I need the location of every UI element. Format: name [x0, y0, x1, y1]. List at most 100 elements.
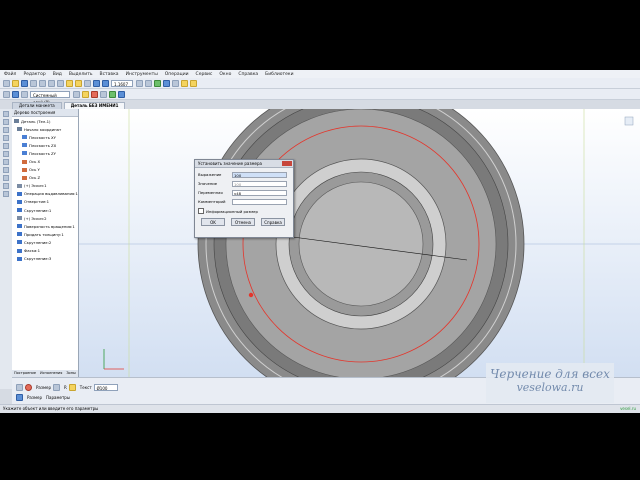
copy-icon[interactable]: [48, 79, 55, 87]
tree-tab-build[interactable]: Построение: [12, 370, 38, 377]
tree-node[interactable]: Фаска:1: [12, 247, 78, 255]
kompas-window: Файл Редактор Вид Выделить Вставка Инструмент…: [0, 70, 640, 413]
new-icon[interactable]: [3, 79, 10, 87]
zoom-out-icon[interactable]: [102, 79, 109, 87]
expression-input[interactable]: 100: [232, 171, 287, 178]
perspective-icon[interactable]: [181, 79, 188, 87]
ortho-icon[interactable]: [91, 90, 98, 98]
help-icon[interactable]: [16, 393, 23, 401]
viewport-orientation-icon[interactable]: [624, 116, 634, 126]
layers-icon[interactable]: [73, 90, 80, 98]
tree-node-label: Деталь (Тел-1): [21, 118, 51, 124]
sketch-icon[interactable]: [118, 90, 125, 98]
save-icon[interactable]: [21, 79, 28, 87]
parametrize-tool-icon[interactable]: [3, 143, 9, 149]
menu-item[interactable]: Сервис: [196, 72, 213, 77]
menu-item[interactable]: Вставка: [99, 72, 118, 77]
selected-point[interactable]: [248, 292, 254, 298]
tree-node[interactable]: Начало координат: [12, 125, 78, 133]
tree-node[interactable]: Скругление:3: [12, 255, 78, 263]
shaded-icon[interactable]: [163, 79, 170, 87]
state-icon[interactable]: [3, 90, 10, 98]
grid-icon[interactable]: [21, 90, 28, 98]
cut-icon[interactable]: [39, 79, 46, 87]
menu-item[interactable]: Редактор: [23, 72, 45, 77]
model-tree-title: Дерево построения: [12, 109, 78, 117]
report-tool-icon[interactable]: [3, 175, 9, 181]
section-icon[interactable]: [190, 79, 197, 87]
tree-node-label: (+) Эскиз:2: [24, 215, 47, 221]
pin-icon[interactable]: [16, 383, 23, 391]
tree-node-icon: [17, 127, 22, 132]
tree-node[interactable]: Скругление:2: [12, 238, 78, 246]
menu-item[interactable]: Окно: [219, 72, 231, 77]
menu-item[interactable]: Вид: [53, 72, 62, 77]
cancel-button[interactable]: Отмена: [231, 218, 255, 226]
help-button[interactable]: Справка: [261, 218, 285, 226]
undo-icon[interactable]: [66, 79, 73, 87]
ok-button[interactable]: OK: [201, 218, 225, 226]
scale-select[interactable]: 1.1607: [111, 79, 133, 87]
local-cs-icon[interactable]: [100, 90, 107, 98]
tree-node[interactable]: Деталь (Тел-1): [12, 117, 78, 125]
field-label-comment: Комментарий: [198, 199, 226, 204]
tree-node-icon: [17, 191, 22, 196]
dimension-text-input[interactable]: Ø100: [93, 383, 118, 391]
tree-node[interactable]: Плоскость ZX: [12, 141, 78, 149]
menu-item[interactable]: Выделить: [69, 72, 93, 77]
tree-node[interactable]: Плоскость XY: [12, 133, 78, 141]
tree-node[interactable]: Ось X: [12, 157, 78, 165]
zoom-in-icon[interactable]: [93, 79, 100, 87]
menu-item[interactable]: Библиотеки: [265, 72, 293, 77]
3d-viewport[interactable]: [79, 109, 640, 377]
tree-node[interactable]: Поверхность вращения:1: [12, 222, 78, 230]
pan-icon[interactable]: [136, 79, 143, 87]
tree-node[interactable]: (+) Эскиз:2: [12, 214, 78, 222]
dimension-option-icon[interactable]: [68, 383, 76, 391]
surface-tool-icon[interactable]: [3, 183, 9, 189]
tree-node[interactable]: Операция выдавливания:1: [12, 190, 78, 198]
tree-node[interactable]: Ось Z: [12, 174, 78, 182]
edit-tool-icon[interactable]: [3, 135, 9, 141]
spec-tool-icon[interactable]: [3, 167, 9, 173]
tree-node[interactable]: Скругление:1: [12, 206, 78, 214]
select-tool-icon[interactable]: [3, 159, 9, 165]
layer-select[interactable]: Системный слой (0): [30, 90, 70, 105]
menu-item[interactable]: Файл: [4, 72, 16, 77]
menu-item[interactable]: Инструменты: [126, 72, 158, 77]
tree-node[interactable]: Придать толщину:1: [12, 230, 78, 238]
array-tool-icon[interactable]: [3, 191, 9, 197]
print-icon[interactable]: [30, 79, 37, 87]
properties-tab-dimension[interactable]: Размер: [27, 395, 42, 400]
properties-tab-parameters[interactable]: Параметры: [46, 395, 70, 400]
tree-tab-versions[interactable]: Исполнения: [38, 370, 64, 377]
wireframe-icon[interactable]: [172, 79, 179, 87]
dimension-tool-icon[interactable]: [3, 119, 9, 125]
round-icon[interactable]: [109, 90, 116, 98]
stop-icon[interactable]: [25, 383, 32, 391]
tree-node[interactable]: (+) Эскиз:1: [12, 182, 78, 190]
dimension-type-icon[interactable]: [53, 383, 61, 391]
step-icon[interactable]: [12, 90, 19, 98]
tree-tab-zones[interactable]: Зоны: [64, 370, 77, 377]
measure-tool-icon[interactable]: [3, 151, 9, 157]
tree-node[interactable]: Ось Y: [12, 166, 78, 174]
snap-icon[interactable]: [82, 90, 89, 98]
comment-input[interactable]: [232, 198, 287, 205]
variable-input[interactable]: v48: [232, 189, 287, 196]
field-label-variable: Переменная: [198, 190, 223, 195]
close-icon[interactable]: [282, 161, 292, 166]
paste-icon[interactable]: [57, 79, 64, 87]
menu-item[interactable]: Операции: [165, 72, 189, 77]
rotate-icon[interactable]: [145, 79, 152, 87]
informational-dimension-checkbox[interactable]: [198, 208, 204, 214]
tree-node[interactable]: Отверстие:1: [12, 198, 78, 206]
menu-item[interactable]: Справка: [238, 72, 258, 77]
open-icon[interactable]: [12, 79, 19, 87]
redo-icon[interactable]: [75, 79, 82, 87]
geometry-tool-icon[interactable]: [3, 111, 9, 117]
properties-icon[interactable]: [84, 79, 91, 87]
orientation-icon[interactable]: [154, 79, 161, 87]
designation-tool-icon[interactable]: [3, 127, 9, 133]
tree-node[interactable]: Плоскость ZY: [12, 149, 78, 157]
